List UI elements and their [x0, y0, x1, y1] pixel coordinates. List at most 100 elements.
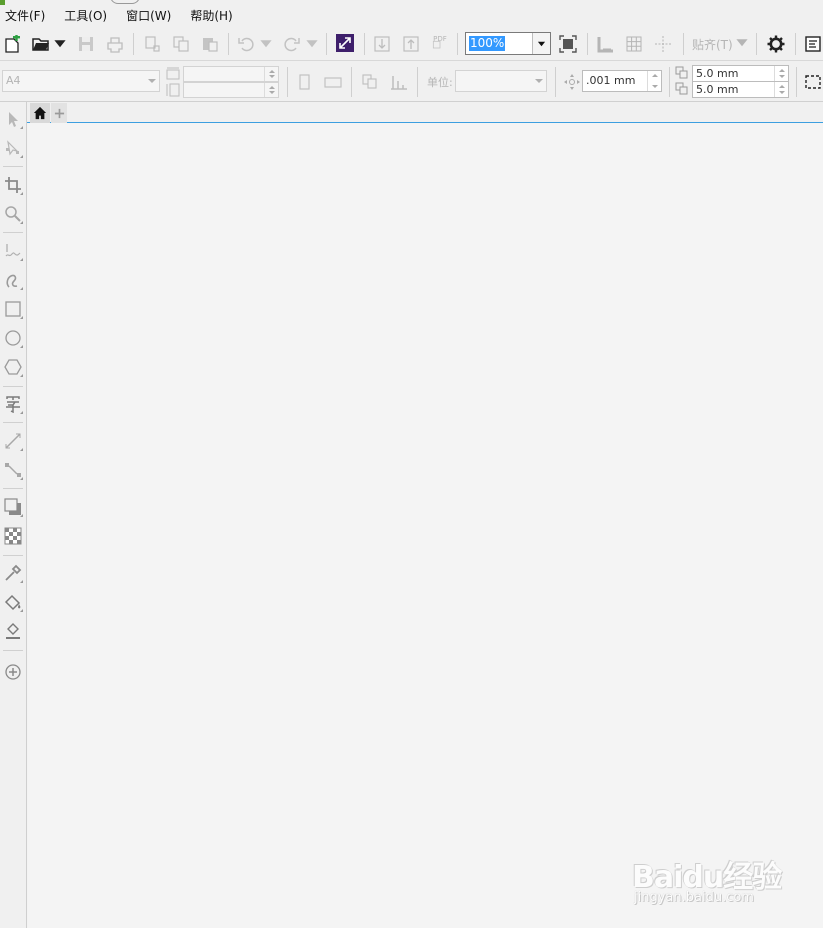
shape-tool-icon[interactable] — [2, 137, 24, 159]
show-guidelines-icon[interactable] — [653, 34, 673, 54]
landscape-icon[interactable] — [323, 72, 343, 92]
page-size-value: A4 — [6, 74, 21, 87]
transparency-tool-icon[interactable] — [2, 525, 24, 547]
page-width-input[interactable] — [183, 66, 279, 82]
object-outline-icon[interactable] — [803, 72, 823, 92]
publish-pdf-icon[interactable]: PDF — [430, 34, 450, 54]
undo-icon[interactable] — [236, 34, 256, 54]
crop-tool-icon[interactable] — [2, 174, 24, 196]
new-tab-plus-icon[interactable] — [51, 103, 67, 123]
document-tab-bar — [27, 102, 823, 123]
all-pages-icon[interactable] — [360, 72, 380, 92]
cut-icon[interactable] — [142, 34, 162, 54]
toolbox-separator — [3, 488, 23, 489]
menu-window[interactable]: 窗口(W) — [121, 5, 176, 28]
snap-to-button[interactable]: 贴齐(T) — [692, 36, 733, 53]
propbar-separator — [796, 67, 797, 97]
propbar-separator — [351, 67, 352, 97]
duplicate-x-value: 5.0 mm — [696, 67, 739, 80]
portrait-icon[interactable] — [294, 72, 314, 92]
pick-tool-icon[interactable] — [2, 108, 24, 130]
copy-icon[interactable] — [171, 34, 191, 54]
export-icon[interactable] — [401, 34, 421, 54]
nudge-distance-value: .001 mm — [586, 74, 636, 87]
page-height-spinner[interactable] — [264, 83, 278, 97]
duplicate-y-input[interactable]: 5.0 mm — [692, 81, 789, 98]
toolbar-separator — [228, 33, 229, 55]
artistic-media-tool-icon[interactable] — [2, 269, 24, 291]
toolbox-separator — [3, 650, 23, 651]
full-screen-preview-icon[interactable] — [558, 34, 578, 54]
propbar-separator — [417, 67, 418, 97]
nudge-distance-input[interactable]: .001 mm — [582, 70, 662, 92]
print-icon[interactable] — [105, 34, 125, 54]
units-select[interactable] — [455, 70, 547, 92]
current-page-icon[interactable] — [389, 72, 409, 92]
toolbar-separator — [457, 33, 458, 55]
zoom-dropdown-icon[interactable] — [532, 33, 550, 54]
redo-icon[interactable] — [282, 34, 302, 54]
menu-file[interactable]: 文件(F) — [0, 5, 50, 28]
page-height-icon — [165, 82, 181, 98]
zoom-tool-icon[interactable] — [2, 203, 24, 225]
watermark-url: jingyan.baidu.com — [634, 890, 754, 905]
toolbox-separator — [3, 386, 23, 387]
duplicate-x-input[interactable]: 5.0 mm — [692, 65, 789, 82]
propbar-separator — [669, 67, 670, 97]
drop-shadow-tool-icon[interactable] — [2, 496, 24, 518]
menu-tools[interactable]: 工具(O) — [59, 5, 112, 28]
duplicate-y-spinner[interactable] — [774, 82, 788, 97]
import-icon[interactable] — [372, 34, 392, 54]
ellipse-tool-icon[interactable] — [2, 327, 24, 349]
units-dropdown-icon[interactable] — [532, 71, 546, 91]
show-grid-icon[interactable] — [624, 34, 644, 54]
propbar-separator — [555, 67, 556, 97]
freehand-tool-icon[interactable] — [2, 240, 24, 262]
toolbar-separator — [326, 33, 327, 55]
duplicate-x-spinner[interactable] — [774, 66, 788, 81]
paste-icon[interactable] — [200, 34, 220, 54]
page-size-dropdown-icon[interactable] — [145, 71, 159, 91]
zoom-level-value[interactable]: 100% — [469, 36, 506, 51]
corel-connect-icon[interactable] — [335, 33, 355, 53]
zoom-level-combo[interactable]: 100% — [465, 32, 551, 55]
page-height-input[interactable] — [183, 82, 279, 98]
toolbar-separator — [364, 33, 365, 55]
dimension-tool-icon[interactable] — [2, 430, 24, 452]
page-size-select[interactable]: A4 — [2, 70, 160, 92]
redo-dropdown-icon[interactable] — [305, 36, 319, 50]
propbar-separator — [287, 67, 288, 97]
toolbox-separator — [3, 422, 23, 423]
text-tool-icon[interactable] — [2, 393, 24, 415]
eyedropper-tool-icon[interactable] — [2, 562, 24, 584]
nudge-distance-spinner[interactable] — [647, 71, 661, 91]
duplicate-y-icon — [674, 81, 690, 97]
snap-dropdown-icon[interactable] — [735, 35, 749, 49]
smart-fill-tool-icon[interactable] — [2, 620, 24, 642]
page-width-icon — [165, 66, 181, 82]
welcome-tab-home-icon[interactable] — [30, 103, 50, 123]
workspace-canvas[interactable] — [28, 123, 823, 928]
menu-help[interactable]: 帮助(H) — [185, 5, 237, 28]
rectangle-tool-icon[interactable] — [2, 298, 24, 320]
new-document-icon[interactable] — [2, 34, 22, 54]
duplicate-x-icon — [674, 65, 690, 81]
toolbar-separator — [133, 33, 134, 55]
connector-tool-icon[interactable] — [2, 459, 24, 481]
units-label: 单位: — [427, 76, 453, 89]
open-dropdown-icon[interactable] — [53, 36, 67, 50]
undo-dropdown-icon[interactable] — [259, 36, 273, 50]
toolbar-separator — [683, 33, 684, 55]
application-launcher-icon[interactable] — [803, 34, 823, 54]
show-rulers-icon[interactable] — [595, 34, 615, 54]
options-gear-icon[interactable] — [766, 34, 786, 54]
open-folder-icon[interactable] — [31, 34, 51, 54]
page-width-spinner[interactable] — [264, 67, 278, 81]
title-remnant — [110, 0, 140, 4]
save-icon[interactable] — [76, 34, 96, 54]
quick-customize-icon[interactable] — [2, 661, 24, 683]
duplicate-y-value: 5.0 mm — [696, 83, 739, 96]
interactive-fill-tool-icon[interactable] — [2, 591, 24, 613]
toolbar-separator — [587, 33, 588, 55]
polygon-tool-icon[interactable] — [2, 356, 24, 378]
